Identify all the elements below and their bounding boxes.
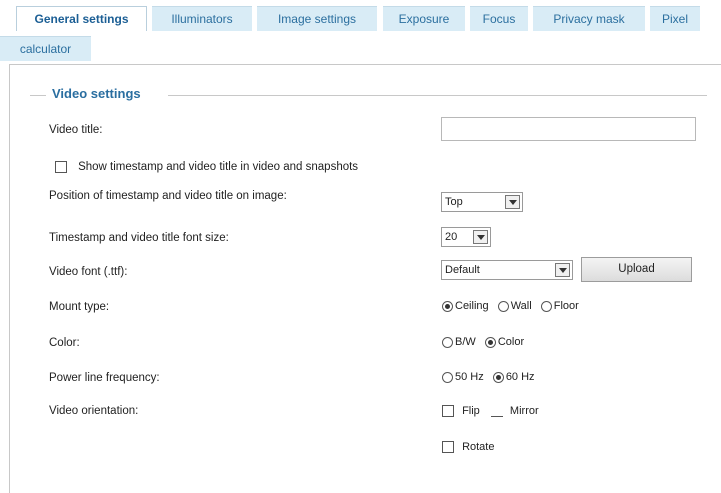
orientation-flip-mirror: Flip Mirror	[442, 405, 539, 418]
color-options: B/W Color	[442, 336, 524, 348]
font-size-label: Timestamp and video title font size:	[49, 232, 229, 244]
color-bw-radio[interactable]	[442, 336, 453, 348]
tab-image-settings[interactable]: Image settings	[257, 6, 377, 31]
mount-wall-radio[interactable]	[497, 300, 509, 312]
color-bw-label: B/W	[455, 336, 476, 349]
tab-general-settings[interactable]: General settings	[16, 6, 147, 31]
rotate-checkbox[interactable]	[442, 441, 454, 454]
show-timestamp-checkbox[interactable]	[55, 161, 67, 174]
tab-pixel-calculator[interactable]: Pixel	[650, 6, 700, 31]
power-50hz-radio[interactable]	[442, 371, 453, 383]
color-color-radio[interactable]	[484, 336, 496, 348]
mount-ceiling-radio[interactable]	[442, 300, 453, 312]
mount-ceiling-label: Ceiling	[455, 300, 489, 313]
mount-type-label: Mount type:	[49, 301, 110, 313]
position-label: Position of timestamp and video title on…	[49, 190, 287, 202]
section-divider-right	[168, 95, 707, 96]
upload-button[interactable]: Upload	[581, 257, 692, 282]
flip-checkbox[interactable]	[442, 405, 454, 418]
font-size-value: 20	[445, 231, 458, 243]
show-timestamp-label: Show timestamp and video title in video …	[78, 161, 359, 174]
mirror-label: Mirror	[509, 405, 539, 418]
video-font-select[interactable]: Default	[441, 260, 573, 280]
font-size-select[interactable]: 20	[441, 227, 491, 247]
power-line-label: Power line frequency:	[49, 372, 160, 384]
position-select[interactable]: Top	[441, 192, 523, 212]
power-60hz-radio[interactable]	[492, 371, 504, 383]
video-font-value: Default	[445, 264, 480, 276]
video-title-label: Video title:	[49, 124, 103, 136]
video-title-input[interactable]	[441, 117, 696, 141]
section-divider-left	[30, 95, 46, 96]
chevron-down-icon	[505, 195, 520, 209]
flip-label: Flip	[462, 405, 480, 418]
orientation-rotate: Rotate	[442, 441, 495, 454]
show-timestamp-row[interactable]: Show timestamp and video title in video …	[55, 161, 359, 174]
power-60hz-label: 60 Hz	[505, 371, 535, 384]
color-color-label: Color	[497, 336, 525, 349]
chevron-down-icon	[555, 263, 570, 277]
mount-floor-label: Floor	[553, 300, 579, 313]
video-font-label: Video font (.ttf):	[49, 266, 128, 278]
section-legend: Video settings	[50, 86, 143, 101]
power-line-options: 50 Hz 60 Hz	[442, 371, 535, 383]
tab-focus[interactable]: Focus	[470, 6, 528, 31]
mount-wall-label: Wall	[510, 300, 532, 313]
mount-floor-radio[interactable]	[540, 300, 552, 312]
power-50hz-label: 50 Hz	[455, 371, 484, 384]
tab-illuminators[interactable]: Illuminators	[152, 6, 252, 31]
position-value: Top	[445, 196, 463, 208]
tab-privacy-mask[interactable]: Privacy mask	[533, 6, 645, 31]
mount-type-options: Ceiling Wall Floor	[442, 300, 579, 312]
color-label: Color:	[49, 337, 80, 349]
mirror-checkbox[interactable]	[490, 405, 503, 418]
chevron-down-icon	[473, 230, 488, 244]
tab-pixel-calculator-wrap[interactable]: calculator	[0, 36, 91, 61]
tab-exposure[interactable]: Exposure	[383, 6, 465, 31]
orientation-label: Video orientation:	[49, 405, 139, 417]
rotate-label: Rotate	[462, 441, 495, 454]
